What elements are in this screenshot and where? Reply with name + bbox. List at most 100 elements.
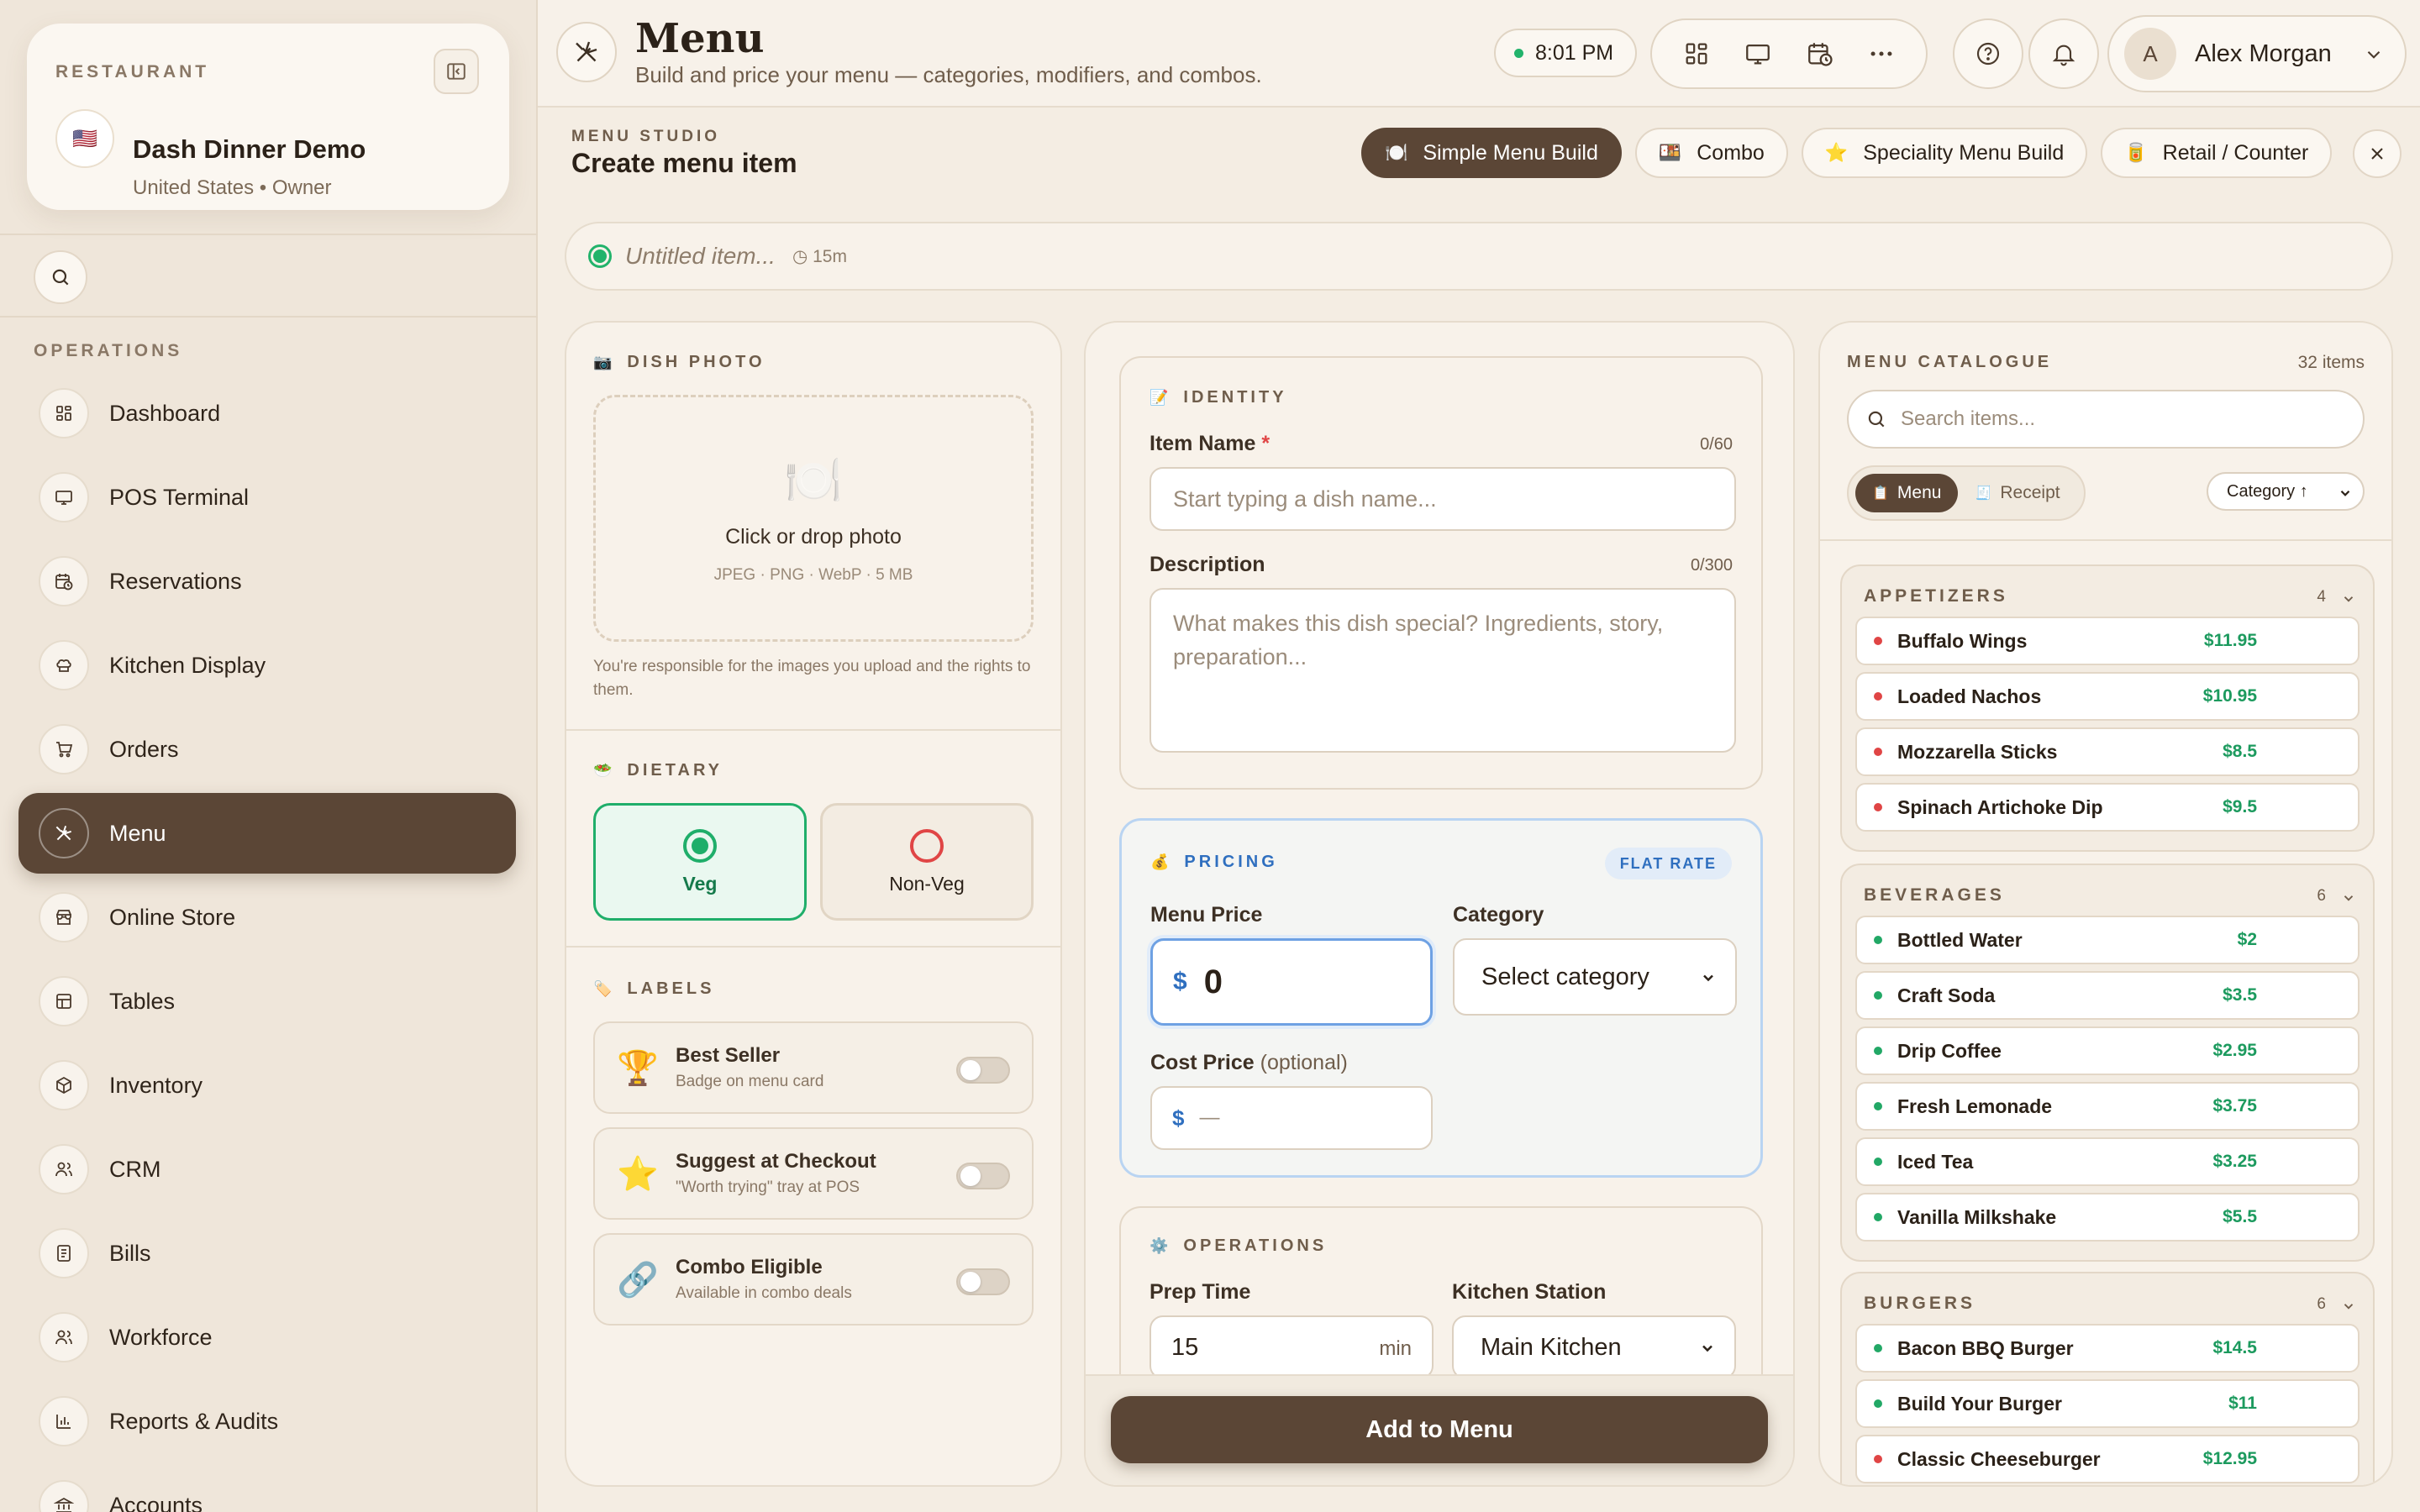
collapse-sidebar-button[interactable] [434,49,479,94]
section-heading-dish-photo: 📷 DISH PHOTO [593,353,765,372]
list-item[interactable]: Mozzarella Sticks $8.5 [1855,727,2360,776]
tab-combo[interactable]: 🍱 Combo [1634,128,1788,178]
section-heading-identity: 📝 IDENTITY [1150,388,1287,407]
list-item[interactable]: Classic Cheeseburger $12.95 [1855,1435,2360,1483]
tag-icon: 🏷️ [593,980,616,997]
sidebar-item-tables[interactable]: Tables [18,961,516,1042]
veg-indicator-icon [1874,1399,1882,1408]
restaurant-card[interactable]: RESTAURANT 🇺🇸 Dash Dinner Demo United St… [27,24,509,210]
section-heading-pricing: 💰 PRICING [1150,853,1278,872]
list-item[interactable]: Bacon BBQ Burger $14.5 [1855,1324,2360,1373]
item-status-bar[interactable]: Untitled item... ◷ 15m [565,222,2393,291]
sidebar-item-dashboard[interactable]: Dashboard [18,373,516,454]
list-item[interactable]: Build Your Burger $11 [1855,1379,2360,1428]
sidebar-item-inventory[interactable]: Inventory [18,1045,516,1126]
calendar-clock-icon [1807,43,1833,66]
description-textarea[interactable] [1150,588,1736,753]
tab-simple-menu-build[interactable]: 🍽️ Simple Menu Build [1361,128,1622,178]
sidebar-item-reservations[interactable]: Reservations [18,541,516,622]
label-best-seller[interactable]: 🏆 Best Seller Badge on menu card [593,1021,1034,1114]
veg-indicator-icon [1874,1344,1882,1352]
more-options-button[interactable] [1858,30,1905,77]
notifications-button[interactable] [2028,18,2099,89]
identity-card: 📝 IDENTITY Item Name * 0/60 Description … [1119,356,1763,790]
best-seller-toggle[interactable] [956,1057,1010,1084]
list-item[interactable]: Vanilla Milkshake $5.5 [1855,1193,2360,1242]
pos-terminal-button[interactable] [1734,30,1781,77]
combo-eligible-toggle[interactable] [956,1268,1010,1295]
sidebar-item-accounts[interactable]: Accounts [18,1465,516,1512]
pricing-card: 💰 PRICING FLAT RATE Menu Price $ 0 Categ… [1119,818,1763,1178]
dashboard-view-button[interactable] [1673,30,1720,77]
item-name: Craft Soda [1897,984,1996,1006]
help-button[interactable] [1953,18,2023,89]
link-icon: 🔗 [617,1261,659,1299]
dietary-option-veg[interactable]: Veg [593,803,807,921]
suggest-at-checkout-toggle[interactable] [956,1163,1010,1189]
category-select[interactable]: Select category [1453,938,1737,1016]
photo-dropzone[interactable]: 🍽️ Click or drop photo JPEG · PNG · WebP… [593,395,1034,642]
item-name-counter: 0/60 [1700,435,1733,454]
sidebar-item-reports[interactable]: Reports & Audits [18,1381,516,1462]
kitchen-station-select[interactable]: Main Kitchen [1452,1315,1736,1379]
status-dot [588,244,612,268]
sidebar-item-pos-terminal[interactable]: POS Terminal [18,457,516,538]
sidebar-item-bills[interactable]: Bills [18,1213,516,1294]
catalogue-group-header[interactable]: BURGERS 6 [1855,1289,2360,1324]
non-veg-radio-icon [910,828,944,863]
divider [0,316,538,318]
item-price: $10.95 [2202,686,2257,706]
list-item[interactable]: Bottled Water $2 [1855,916,2360,964]
list-item[interactable]: Drip Coffee $2.95 [1855,1026,2360,1075]
tab-retail-counter[interactable]: 🥫 Retail / Counter [2101,128,2333,178]
description-counter: 0/300 [1690,556,1733,575]
list-item[interactable]: Spinach Artichoke Dip $9.5 [1855,783,2360,832]
catalogue-sort-select[interactable]: Category ↑ [2207,472,2365,511]
prep-time-input[interactable]: 15 min [1150,1315,1434,1379]
view-menu-button[interactable]: 📋 Menu [1855,474,1959,512]
sidebar-item-label: Reports & Audits [109,1408,279,1434]
dietary-option-non-veg[interactable]: Non-Veg [820,803,1034,921]
sidebar-item-crm[interactable]: CRM [18,1129,516,1210]
sidebar-item-workforce[interactable]: Workforce [18,1297,516,1378]
item-price: $3.5 [2223,985,2257,1005]
divider [566,946,1060,948]
catalogue-group-header[interactable]: APPETIZERS 4 [1855,581,2360,617]
store-icon [56,910,71,925]
user-menu[interactable]: A Alex Morgan [2107,15,2407,92]
sidebar-item-online-store[interactable]: Online Store [18,877,516,958]
receipt-icon: 🧾 [1975,486,1992,501]
tab-speciality-menu-build[interactable]: ⭐ Speciality Menu Build [1801,128,2088,178]
view-receipt-button[interactable]: 🧾 Receipt [1958,474,2076,512]
sidebar-item-orders[interactable]: Orders [18,709,516,790]
list-item[interactable]: Buffalo Wings $11.95 [1855,617,2360,665]
sidebar-search-button[interactable] [34,250,87,304]
sidebar: RESTAURANT 🇺🇸 Dash Dinner Demo United St… [0,0,538,1512]
search-icon [52,269,69,286]
divider [1820,539,2391,541]
sidebar-item-label: Online Store [109,904,236,930]
catalogue-group-header[interactable]: BEVERAGES 6 [1855,880,2360,916]
chevron-down-icon [2344,596,2354,602]
sidebar-item-menu[interactable]: Menu [18,793,516,874]
sidebar-item-label: POS Terminal [109,484,250,510]
cost-price-input[interactable]: $ — [1150,1086,1433,1150]
close-button[interactable] [2353,129,2402,178]
list-item[interactable]: Fresh Lemonade $3.75 [1855,1082,2360,1131]
tab-label: Combo [1697,140,1765,165]
catalogue-search-input[interactable]: Search items... [1847,390,2365,449]
label-combo-eligible[interactable]: 🔗 Combo Eligible Available in combo deal… [593,1233,1034,1326]
reservations-button[interactable] [1797,30,1844,77]
cart-icon [56,742,73,758]
clock-time: 8:01 PM [1535,40,1614,65]
star-icon: ⭐ [1824,142,1849,163]
salad-icon: 🥗 [593,762,616,779]
list-item[interactable]: Craft Soda $3.5 [1855,971,2360,1020]
menu-price-input[interactable]: $ 0 [1150,938,1433,1026]
add-to-menu-button[interactable]: Add to Menu [1111,1396,1768,1463]
list-item[interactable]: Iced Tea $3.25 [1855,1137,2360,1186]
list-item[interactable]: Loaded Nachos $10.95 [1855,672,2360,721]
item-name-input[interactable] [1150,467,1736,531]
label-suggest-at-checkout[interactable]: ⭐ Suggest at Checkout "Worth trying" tra… [593,1127,1034,1220]
sidebar-item-kitchen-display[interactable]: Kitchen Display [18,625,516,706]
